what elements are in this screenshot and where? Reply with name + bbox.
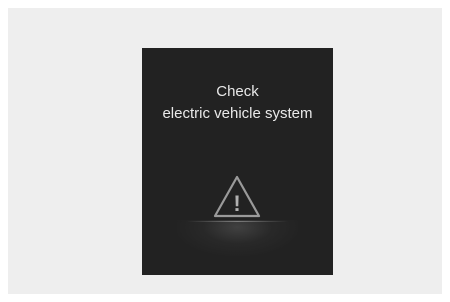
warning-subtitle: electric vehicle system [162, 105, 313, 122]
cluster-display: Check electric vehicle system ! [142, 48, 333, 275]
exclamation-glyph: ! [233, 191, 240, 216]
page-background: Check electric vehicle system ! [8, 8, 442, 294]
warning-title: Check [216, 83, 259, 100]
icon-reflection [177, 220, 298, 256]
warning-triangle-icon: ! [213, 175, 261, 218]
icon-reflection-line [187, 221, 288, 222]
